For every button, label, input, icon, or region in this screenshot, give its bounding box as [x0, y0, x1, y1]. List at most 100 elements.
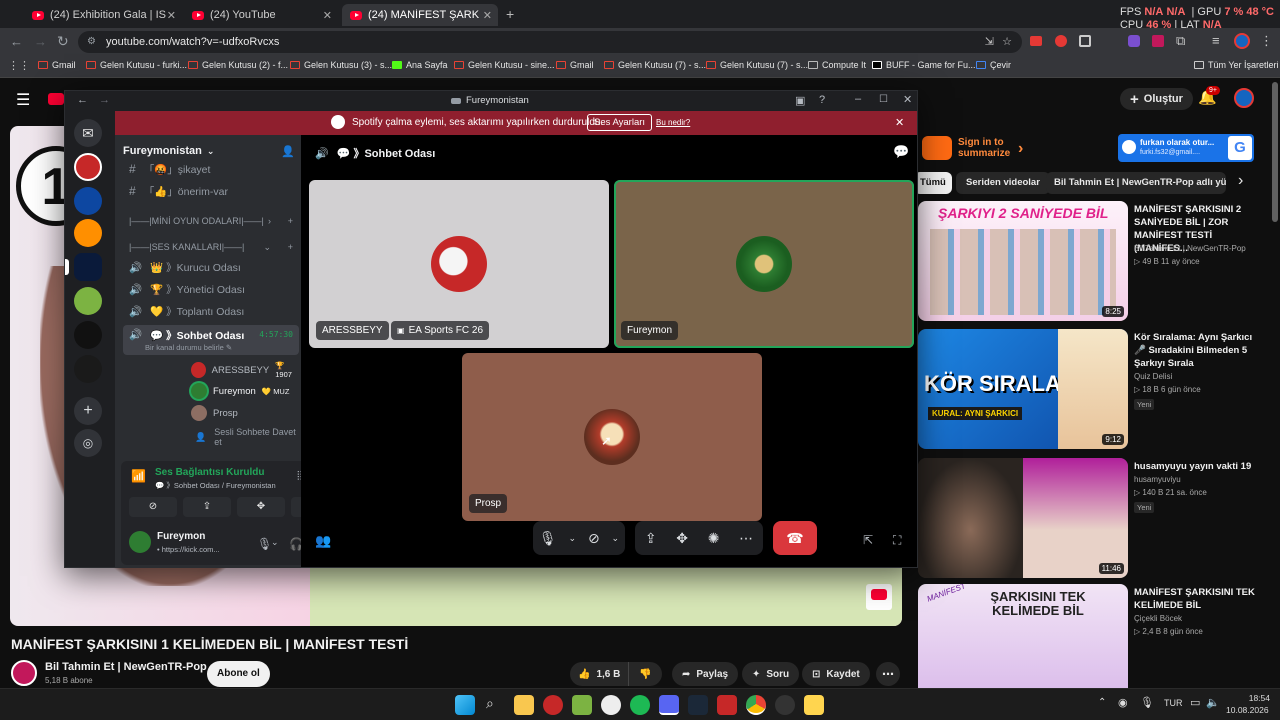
extensions-puzzle-icon[interactable]: ⧉ [1176, 33, 1185, 49]
subscribe-watermark-icon[interactable] [866, 584, 892, 610]
participant-tile[interactable]: ARESSBEYY ▣ EA Sports FC 26 [309, 180, 609, 348]
help-icon[interactable]: ? [819, 94, 825, 106]
search-icon[interactable]: ⌕ [486, 695, 494, 712]
save-button[interactable]: ⊡ Kaydet [802, 662, 870, 686]
apps-grid-icon[interactable]: ⋮⋮ [8, 59, 30, 72]
close-icon[interactable]: ✕ [903, 93, 912, 106]
bookmark-item[interactable]: Gelen Kutusu (7) - s... [604, 60, 706, 70]
what-is-this-link[interactable]: Bu nedir? [656, 118, 690, 127]
chevron-right-icon[interactable]: › [1238, 172, 1243, 190]
add-friend-icon[interactable]: 👤 [281, 145, 295, 158]
plus-icon[interactable]: + [288, 216, 293, 226]
new-tab-button[interactable]: + [506, 6, 514, 22]
minimize-icon[interactable]: – [855, 93, 861, 105]
server-icon[interactable] [74, 287, 102, 315]
microphone-icon[interactable]: 🎙 [539, 530, 557, 547]
extension-icon[interactable] [1152, 35, 1164, 47]
audio-settings-button[interactable]: Ses Ayarları [587, 114, 653, 131]
google-account-chip[interactable]: furkan olarak otur... furki.fs32@gmail..… [1118, 134, 1254, 162]
more-actions-button[interactable]: ⋯ [876, 662, 900, 686]
inbox-icon[interactable]: ▣ [795, 94, 805, 107]
voice-member[interactable]: Prosp [191, 405, 238, 421]
participant-tile[interactable]: Prosp [462, 353, 762, 521]
like-button[interactable]: 👍 1,6 B [570, 662, 630, 686]
volume-icon[interactable]: 🔈 [1206, 696, 1220, 709]
voice-member[interactable]: ARESSBEYY 🏆 1907 [191, 361, 301, 379]
channel-name[interactable]: Bil Tahmin Et | NewGenTR-Pop [45, 661, 207, 673]
browser-tab-1[interactable]: (24) Exhibition Gala | ISU Figure ✕ [24, 4, 182, 26]
browser-tab-2[interactable]: (24) YouTube ✕ [184, 4, 338, 26]
file-explorer-icon[interactable] [514, 695, 534, 715]
voice-location[interactable]: 💬 》Sohbet Odası / Fureymonistan [155, 480, 276, 491]
profile-avatar[interactable] [1234, 33, 1250, 49]
soundboard-icon[interactable]: ✺ [708, 530, 720, 547]
chip-series[interactable]: Seriden videolar [956, 172, 1050, 194]
discord-icon[interactable] [659, 695, 679, 715]
close-icon[interactable]: ✕ [167, 9, 176, 22]
avatar[interactable] [129, 531, 151, 553]
subscribe-button[interactable]: Abone ol [207, 661, 270, 687]
recommended-video[interactable]: KÖR SIRALAMA KURAL: AYNI ŞARKICI 9:12 Kö… [918, 329, 1268, 451]
bookmark-item[interactable]: Gelen Kutusu - sine... [454, 60, 555, 70]
camera-off-icon[interactable]: ⊘ [588, 530, 600, 547]
start-icon[interactable] [455, 695, 475, 715]
recommended-video[interactable]: 11:46 husamyuyu yayın vakti 19 husamyuvi… [918, 458, 1268, 580]
server-icon[interactable] [74, 219, 102, 247]
app-icon[interactable] [775, 695, 795, 715]
bookmark-item[interactable]: Çevir [976, 60, 1011, 70]
text-channel[interactable]: # 「👍」önerim-var [123, 181, 299, 201]
bookmark-item[interactable]: BUFF - Game for Fu... [872, 60, 976, 70]
server-icon[interactable] [74, 153, 102, 181]
voice-channel[interactable]: 🔊 🏆 》Yönetici Odası [123, 279, 299, 299]
text-channel[interactable]: # 「🤬」şikayet [123, 159, 299, 179]
close-icon[interactable]: ✕ [895, 116, 904, 129]
chip-all[interactable]: Tümü [914, 172, 952, 194]
voice-channel-active[interactable]: 🔊 💬 》Sohbet Odası 4:57:30 Bir kanal duru… [123, 325, 299, 355]
clock-time[interactable]: 18:54 [1230, 693, 1270, 703]
screen-share-icon[interactable]: ⇪ [645, 530, 657, 547]
hamburger-menu-icon[interactable]: ☰ [16, 90, 30, 110]
site-info-icon[interactable]: ⚙ [87, 31, 96, 53]
tray-icon[interactable]: ◉ [1118, 696, 1128, 709]
bookmark-item[interactable]: Gelen Kutusu - furki... [86, 60, 187, 70]
extension-icon[interactable] [1079, 35, 1091, 47]
browser-tab-3-active[interactable]: (24) MANİFEST ŞARKISINI 1 KE ✕ [342, 4, 498, 26]
server-icon-active[interactable] [74, 253, 102, 281]
app-icon[interactable] [543, 695, 563, 715]
reload-icon[interactable]: ↻ [57, 33, 69, 50]
server-icon[interactable] [74, 355, 102, 383]
video-off-button[interactable]: ⊘ [129, 497, 177, 517]
bookmark-item[interactable]: Gmail [38, 60, 76, 70]
channel-status[interactable]: Bir kanal durumu belirle ✎ [145, 343, 232, 352]
reading-list-icon[interactable]: ≡ [1212, 33, 1220, 48]
extension-icon[interactable] [1128, 35, 1140, 47]
chevron-down-icon[interactable]: ⌄ [569, 533, 577, 544]
back-icon[interactable]: ← [77, 94, 88, 106]
more-icon[interactable]: ⋯ [739, 530, 753, 547]
voice-channel[interactable]: 🔊 💛 》Toplantı Odası [123, 301, 299, 321]
popout-icon[interactable]: ⇱ [863, 533, 873, 547]
server-icon[interactable] [74, 187, 102, 215]
screen-share-button[interactable]: ⇪ [183, 497, 231, 517]
category-header[interactable]: |——|SES KANALLARI|——| ⌄ + [123, 237, 299, 257]
extension-icon[interactable] [1055, 35, 1067, 47]
app-icon[interactable] [601, 695, 621, 715]
kebab-menu-icon[interactable]: ⋮ [1260, 33, 1273, 49]
bookmark-item[interactable]: Compute It [808, 60, 866, 70]
fullscreen-icon[interactable]: ⛶ [893, 533, 901, 548]
bookmark-item[interactable]: Gelen Kutusu (7) - s... [706, 60, 808, 70]
install-icon[interactable]: ⇲ [985, 31, 994, 53]
disconnect-button[interactable]: ☎ [773, 521, 817, 555]
invite-to-voice[interactable]: 👤Sesli Sohbete Davet et› [195, 427, 322, 447]
bookmark-item[interactable]: Ana Sayfa [392, 60, 448, 70]
category-header[interactable]: |——|MİNİ OYUN ODALARI|——| › + [123, 211, 299, 231]
server-icon[interactable] [74, 321, 102, 349]
bookmark-item[interactable]: Gelen Kutusu (2) - f... [188, 60, 288, 70]
add-server-button[interactable]: + [74, 397, 102, 425]
add-user-icon[interactable]: 👥 [315, 533, 331, 549]
channel-avatar[interactable] [11, 660, 37, 686]
forward-icon[interactable]: → [34, 34, 47, 49]
back-icon[interactable]: ← [10, 34, 23, 49]
chip-channel[interactable]: Bil Tahmin Et | NewGenTR-Pop adlı yükle [1046, 172, 1226, 194]
activities-button[interactable]: ✥ [237, 497, 285, 517]
